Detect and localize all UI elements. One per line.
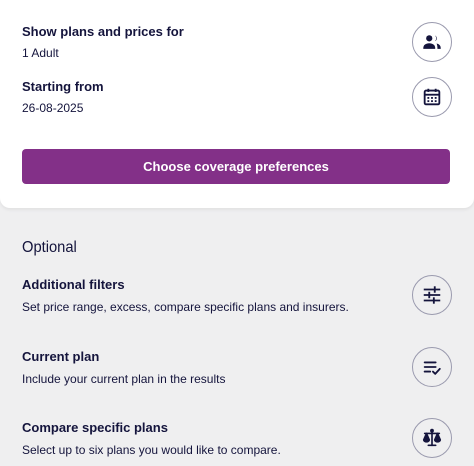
- scale-icon[interactable]: [412, 418, 452, 458]
- optional-heading: Optional: [22, 239, 77, 256]
- plans-for-row[interactable]: Show plans and prices for 1 Adult: [22, 22, 452, 62]
- current-plan-description: Include your current plan in the results: [22, 371, 226, 386]
- choose-coverage-button[interactable]: Choose coverage preferences: [22, 149, 450, 184]
- summary-card: Show plans and prices for 1 Adult Starti…: [0, 0, 474, 208]
- current-plan-row[interactable]: Current plan Include your current plan i…: [22, 347, 452, 387]
- additional-filters-description: Set price range, excess, compare specifi…: [22, 299, 349, 314]
- additional-filters-title: Additional filters: [22, 276, 125, 292]
- current-plan-title: Current plan: [22, 348, 100, 364]
- sliders-icon[interactable]: [412, 275, 452, 315]
- list-check-icon[interactable]: [412, 347, 452, 387]
- people-icon[interactable]: [412, 22, 452, 62]
- compare-plans-row[interactable]: Compare specific plans Select up to six …: [22, 418, 452, 458]
- compare-plans-description: Select up to six plans you would like to…: [22, 442, 281, 457]
- plans-for-label: Show plans and prices for: [22, 24, 184, 39]
- plans-for-value: 1 Adult: [22, 46, 59, 60]
- starting-from-row[interactable]: Starting from 26-08-2025: [22, 77, 452, 117]
- starting-from-value: 26-08-2025: [22, 101, 84, 115]
- starting-from-label: Starting from: [22, 79, 104, 94]
- calendar-icon[interactable]: [412, 77, 452, 117]
- compare-plans-title: Compare specific plans: [22, 419, 168, 435]
- additional-filters-row[interactable]: Additional filters Set price range, exce…: [22, 275, 452, 315]
